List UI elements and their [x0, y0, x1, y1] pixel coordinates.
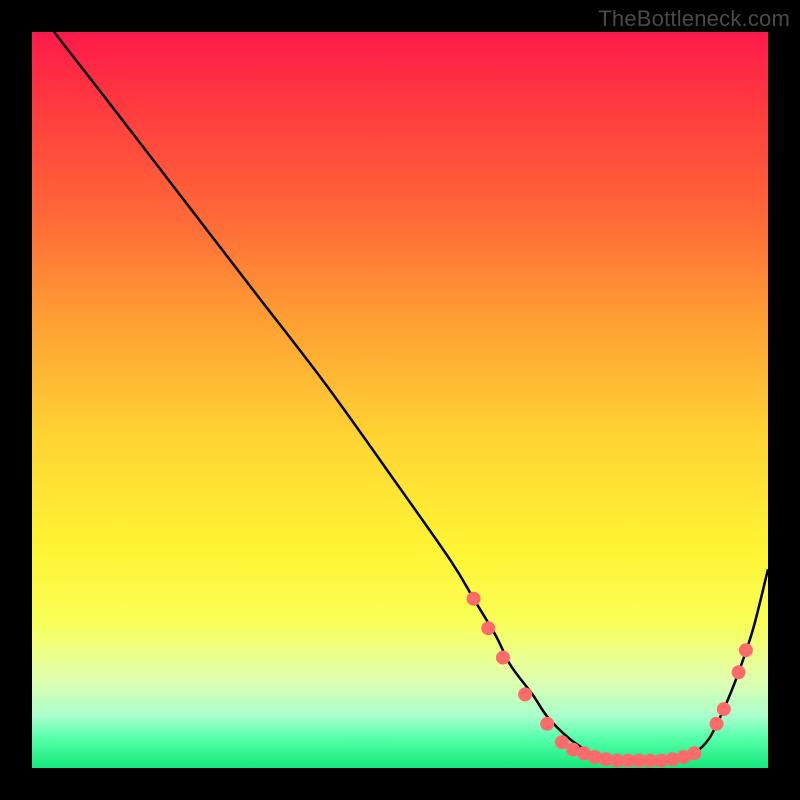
highlight-dot — [540, 717, 554, 731]
watermark-text: TheBottleneck.com — [598, 6, 790, 32]
highlight-dot — [732, 665, 746, 679]
highlight-dot — [710, 717, 724, 731]
highlight-dot — [496, 651, 510, 665]
highlight-dot — [518, 687, 532, 701]
bottleneck-curve — [54, 32, 768, 761]
plot-area — [32, 32, 768, 768]
chart-frame: TheBottleneck.com — [0, 0, 800, 800]
highlight-dot — [687, 746, 701, 760]
highlight-dot — [717, 702, 731, 716]
curve-svg — [32, 32, 768, 768]
highlight-dot — [739, 643, 753, 657]
highlight-dot — [467, 592, 481, 606]
highlight-dot — [481, 621, 495, 635]
